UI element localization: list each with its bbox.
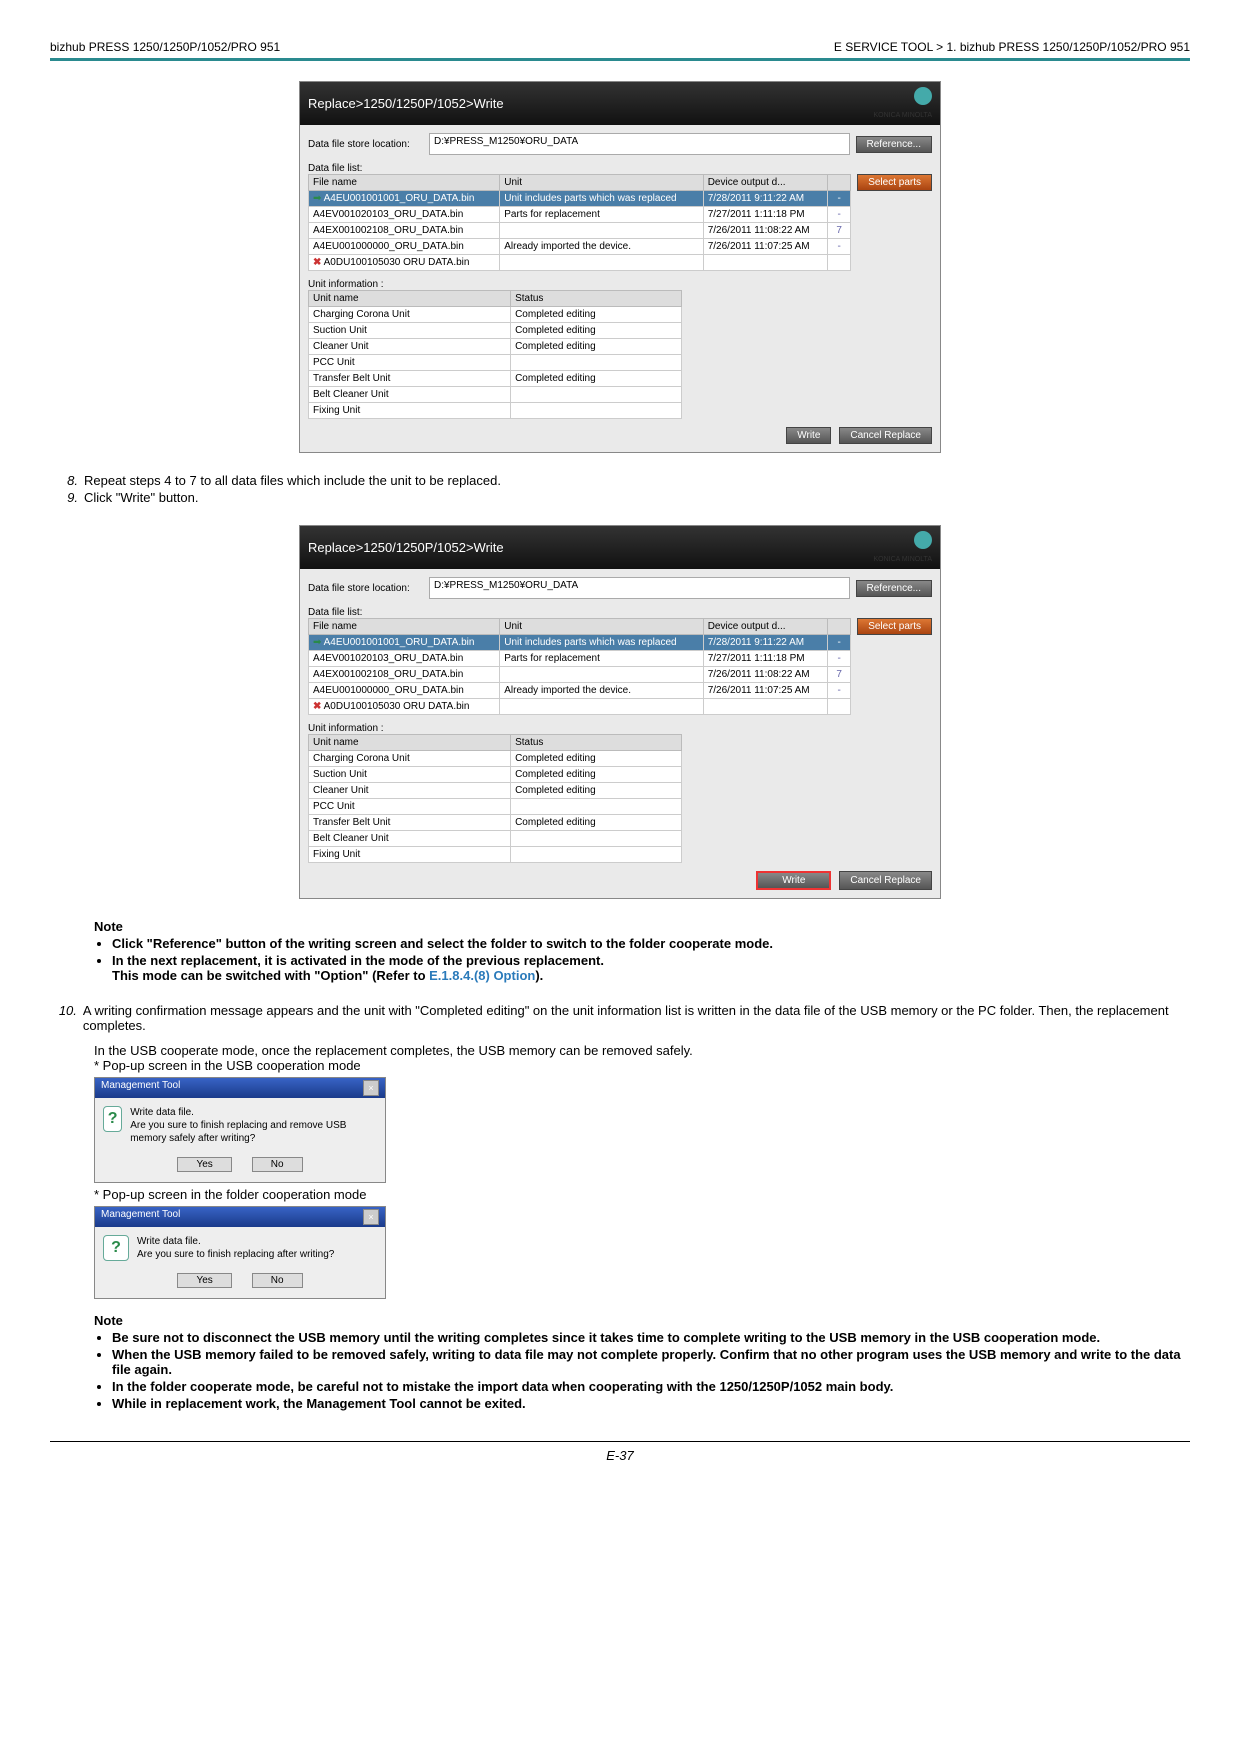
question-icon: ? xyxy=(103,1106,122,1132)
note-bullet: In the folder cooperate mode, be careful… xyxy=(112,1379,1190,1394)
note-title: Note xyxy=(94,919,1190,934)
step-num: 9. xyxy=(50,490,84,505)
note-title: Note xyxy=(94,1313,1190,1328)
note-bullet: In the next replacement, it is activated… xyxy=(112,953,1190,983)
unit-info-table: Unit name Status Charging Corona UnitCom… xyxy=(308,290,682,419)
arrow-icon: ➡ xyxy=(313,637,321,648)
col-status: Status xyxy=(511,291,682,307)
header-left: bizhub PRESS 1250/1250P/1052/PRO 951 xyxy=(50,40,280,54)
popup-msg-1: Write data file. xyxy=(130,1106,377,1119)
step-text: A writing confirmation message appears a… xyxy=(83,1003,1190,1033)
brand-logo-icon xyxy=(914,87,932,105)
step-num: 8. xyxy=(50,473,84,488)
brand-logo-area: KONICA MINOLTA xyxy=(874,531,932,564)
popup-caption-1: * Pop-up screen in the USB cooperation m… xyxy=(94,1058,1190,1073)
note-2: Note Be sure not to disconnect the USB m… xyxy=(94,1313,1190,1411)
no-button[interactable]: No xyxy=(252,1157,303,1172)
note-bullet: While in replacement work, the Managemen… xyxy=(112,1396,1190,1411)
data-file-table[interactable]: File name Unit Device output d... ➡ A4EU… xyxy=(308,174,851,271)
col-filename: File name xyxy=(309,175,500,191)
write-screen-1: Replace>1250/1250P/1052>Write KONICA MIN… xyxy=(299,81,941,453)
store-location-label: Data file store location: xyxy=(308,139,423,150)
popup-msg-1: Write data file. xyxy=(137,1235,334,1248)
app-title-text: Replace>1250/1250P/1052>Write xyxy=(308,540,504,555)
close-icon[interactable]: × xyxy=(363,1080,379,1096)
popup-caption-2: * Pop-up screen in the folder cooperatio… xyxy=(94,1187,1190,1202)
header-right: E SERVICE TOOL > 1. bizhub PRESS 1250/12… xyxy=(834,40,1190,54)
cancel-replace-button-2[interactable]: Cancel Replace xyxy=(839,871,932,890)
data-file-table[interactable]: File name Unit Device output d... ➡ A4EU… xyxy=(308,618,851,715)
popup-usb: Management Tool × ? Write data file. Are… xyxy=(94,1077,386,1183)
arrow-icon: ➡ xyxy=(313,193,321,204)
step-text: Click "Write" button. xyxy=(84,490,198,505)
close-icon[interactable]: × xyxy=(363,1209,379,1225)
no-button[interactable]: No xyxy=(252,1273,303,1288)
table-row[interactable]: ➡ A4EU001001001_ORU_DATA.bin Unit includ… xyxy=(309,635,851,651)
option-link[interactable]: E.1.8.4.(8) Option xyxy=(429,968,535,983)
yes-button[interactable]: Yes xyxy=(177,1157,231,1172)
note-bullet: Click "Reference" button of the writing … xyxy=(112,936,1190,951)
question-icon: ? xyxy=(103,1235,129,1261)
table-row[interactable]: ➡ A4EU001001001_ORU_DATA.bin Unit includ… xyxy=(309,191,851,207)
popup-folder: Management Tool × ? Write data file. Are… xyxy=(94,1206,386,1299)
select-parts-button[interactable]: Select parts xyxy=(857,174,932,191)
select-parts-button[interactable]: Select parts xyxy=(857,618,932,635)
store-location-label: Data file store location: xyxy=(308,583,423,594)
reference-button[interactable]: Reference... xyxy=(856,136,932,153)
popup-msg-2: Are you sure to finish replacing after w… xyxy=(137,1248,334,1261)
table-row[interactable]: A4EU001000000_ORU_DATA.bin Already impor… xyxy=(309,239,851,255)
step-num: 10. xyxy=(50,1003,83,1033)
brand-logo-area: KONICA MINOLTA xyxy=(874,87,932,120)
table-row[interactable]: A4EX001002108_ORU_DATA.bin 7/26/2011 11:… xyxy=(309,223,851,239)
page-number: E-37 xyxy=(50,1441,1190,1463)
x-icon: ✖ xyxy=(313,701,321,712)
app-title-bar: Replace>1250/1250P/1052>Write KONICA MIN… xyxy=(300,526,940,569)
app-title-text: Replace>1250/1250P/1052>Write xyxy=(308,96,504,111)
brand-logo-label: KONICA MINOLTA xyxy=(874,556,932,563)
unit-info-table: Unit nameStatus Charging Corona UnitComp… xyxy=(308,734,682,863)
store-location-input[interactable]: D:¥PRESS_M1250¥ORU_DATA xyxy=(429,133,850,155)
table-row[interactable]: A4EU001000000_ORU_DATA.binAlready import… xyxy=(309,683,851,699)
note-bullet: Be sure not to disconnect the USB memory… xyxy=(112,1330,1190,1345)
write-button-2[interactable]: Write xyxy=(756,871,831,890)
sub-line: In the USB cooperate mode, once the repl… xyxy=(94,1043,1190,1058)
col-scroll xyxy=(828,175,851,191)
table-row[interactable]: ✖ A0DU100105030 ORU DATA.bin xyxy=(309,699,851,715)
popup-msg-2: Are you sure to finish replacing and rem… xyxy=(130,1119,377,1145)
write-button-1[interactable]: Write xyxy=(786,427,831,444)
unit-info-label: Unit information : xyxy=(308,279,932,290)
unit-info-label: Unit information : xyxy=(308,723,932,734)
table-row[interactable]: A4EV001020103_ORU_DATA.binParts for repl… xyxy=(309,651,851,667)
brand-logo-icon xyxy=(914,531,932,549)
x-icon: ✖ xyxy=(313,257,321,268)
reference-button[interactable]: Reference... xyxy=(856,580,932,597)
table-row[interactable]: A4EX001002108_ORU_DATA.bin7/26/2011 11:0… xyxy=(309,667,851,683)
col-unit: Unit xyxy=(500,175,703,191)
note-bullet: When the USB memory failed to be removed… xyxy=(112,1347,1190,1377)
cancel-replace-button-1[interactable]: Cancel Replace xyxy=(839,427,932,444)
popup-title-text: Management Tool xyxy=(101,1080,180,1096)
yes-button[interactable]: Yes xyxy=(177,1273,231,1288)
step-text: Repeat steps 4 to 7 to all data files wh… xyxy=(84,473,501,488)
col-date: Device output d... xyxy=(703,175,827,191)
app-title-bar: Replace>1250/1250P/1052>Write KONICA MIN… xyxy=(300,82,940,125)
popup-title-text: Management Tool xyxy=(101,1209,180,1225)
data-file-list-label: Data file list: xyxy=(308,607,932,618)
brand-logo-label: KONICA MINOLTA xyxy=(874,112,932,119)
page-header: bizhub PRESS 1250/1250P/1052/PRO 951 E S… xyxy=(50,40,1190,61)
write-screen-2: Replace>1250/1250P/1052>Write KONICA MIN… xyxy=(299,525,941,899)
col-unitname: Unit name xyxy=(309,291,511,307)
note-1: Note Click "Reference" button of the wri… xyxy=(94,919,1190,983)
table-row[interactable]: A4EV001020103_ORU_DATA.bin Parts for rep… xyxy=(309,207,851,223)
table-row[interactable]: ✖ A0DU100105030 ORU DATA.bin xyxy=(309,255,851,271)
data-file-list-label: Data file list: xyxy=(308,163,932,174)
store-location-input[interactable]: D:¥PRESS_M1250¥ORU_DATA xyxy=(429,577,850,599)
